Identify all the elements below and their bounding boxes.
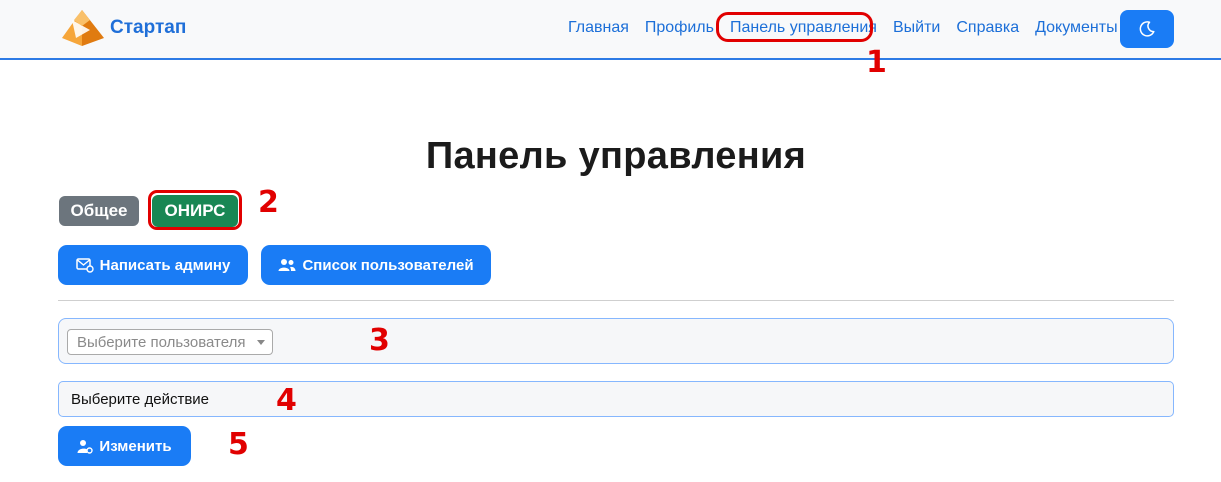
nav-documents[interactable]: Документы [1027,19,1125,37]
write-admin-button[interactable]: Написать админу [58,245,248,285]
page-title: Панель управления [425,135,807,177]
user-gear-icon [77,439,94,454]
navbar: Стартап Главная Профиль Панель управлени… [0,0,1221,60]
write-admin-label: Написать админу [99,256,231,274]
nav-logout[interactable]: Выйти [885,19,948,37]
main-nav: Главная Профиль Панель управления Выйти … [560,0,1126,56]
user-list-label: Список пользователей [302,256,474,274]
users-icon [278,259,296,271]
annotation-number-2: 2 [258,185,279,220]
annotation-number-3: 3 [369,323,390,358]
annotation-number-1: 1 [866,45,887,80]
change-button[interactable]: Изменить [58,426,191,466]
nav-control-panel[interactable]: Панель управления [722,19,885,37]
user-list-button[interactable]: Список пользователей [261,245,491,285]
pyramid-logo-icon [62,10,104,46]
divider [58,300,1174,301]
user-select[interactable]: Выберите пользователя [67,329,273,355]
moon-icon [1139,21,1155,37]
annotation-number-5: 5 [228,427,249,462]
nav-help[interactable]: Справка [948,19,1027,37]
envelope-gear-icon [75,258,94,273]
brand-name: Стартап [110,17,187,38]
nav-profile[interactable]: Профиль [637,19,722,37]
user-select-container: Выберите пользователя [58,318,1174,364]
nav-home[interactable]: Главная [560,19,637,37]
user-select-placeholder: Выберите пользователя [77,333,246,351]
theme-toggle-button[interactable] [1120,10,1174,48]
tab-onirs[interactable]: ОНИРС [152,195,238,227]
action-select-value: Выберите действие [71,390,210,408]
dropdown-caret-icon [257,340,265,345]
annotation-number-4: 4 [276,383,297,418]
brand[interactable]: Стартап [60,8,186,48]
tab-general[interactable]: Общее [59,196,139,226]
action-select[interactable]: Выберите действие [58,381,1174,417]
change-button-label: Изменить [99,437,172,455]
